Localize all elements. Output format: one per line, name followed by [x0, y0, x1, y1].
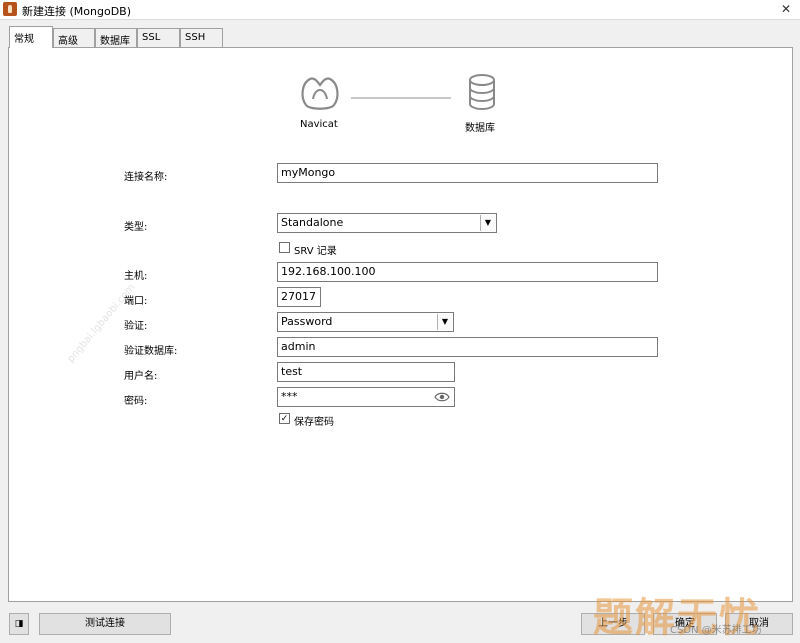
- chevron-down-icon[interactable]: ▼: [480, 215, 495, 231]
- close-icon[interactable]: ✕: [778, 1, 794, 17]
- srv-checkbox[interactable]: [279, 242, 290, 253]
- srv-label: SRV 记录: [294, 246, 337, 257]
- test-connection-button[interactable]: 测试连接: [39, 613, 171, 635]
- save-password-checkbox[interactable]: ✓: [279, 413, 290, 424]
- username-input[interactable]: test: [277, 362, 455, 382]
- mongodb-leaf-icon: [3, 2, 17, 16]
- host-label: 主机:: [124, 271, 148, 282]
- navicat-logo-icon: [301, 77, 339, 110]
- auth-label: 验证:: [124, 321, 148, 332]
- port-label: 端口:: [124, 296, 148, 307]
- password-label: 密码:: [124, 396, 148, 407]
- username-label: 用户名:: [124, 371, 158, 382]
- password-input[interactable]: ***: [277, 387, 455, 407]
- connector-line: [351, 97, 451, 99]
- database-icon: [469, 74, 495, 111]
- password-value: ***: [281, 390, 298, 403]
- connection-name-input[interactable]: myMongo: [277, 163, 658, 183]
- type-select-value: Standalone: [281, 216, 344, 229]
- tab-advanced[interactable]: 高级: [53, 28, 95, 47]
- auth-db-input[interactable]: admin: [277, 337, 658, 357]
- database-label: 数据库: [465, 123, 495, 134]
- navicat-label: Navicat: [300, 119, 338, 130]
- tab-bar: 常规 高级 数据库 SSL SSH: [0, 20, 800, 48]
- type-label: 类型:: [124, 222, 148, 233]
- csdn-watermark: CSDN @米苏排工坊: [670, 625, 762, 636]
- tab-ssh[interactable]: SSH: [180, 28, 223, 47]
- auth-select-value: Password: [281, 315, 333, 328]
- auth-select[interactable]: Password ▼: [277, 312, 454, 332]
- window-title: 新建连接 (MongoDB): [22, 5, 132, 18]
- save-password-label: 保存密码: [294, 417, 334, 428]
- host-input[interactable]: 192.168.100.100: [277, 262, 658, 282]
- eye-icon[interactable]: [434, 391, 450, 403]
- tab-ssl[interactable]: SSL: [137, 28, 180, 47]
- connection-name-label: 连接名称:: [124, 172, 168, 183]
- port-input[interactable]: 27017: [277, 287, 321, 307]
- auth-db-label: 验证数据库:: [124, 346, 178, 357]
- type-select[interactable]: Standalone ▼: [277, 213, 497, 233]
- tab-general[interactable]: 常规: [9, 26, 53, 48]
- panel-toggle-icon[interactable]: ◨: [9, 613, 29, 635]
- chevron-down-icon[interactable]: ▼: [437, 314, 452, 330]
- tab-database[interactable]: 数据库: [95, 28, 137, 47]
- title-bar: 新建连接 (MongoDB) ✕: [0, 0, 800, 20]
